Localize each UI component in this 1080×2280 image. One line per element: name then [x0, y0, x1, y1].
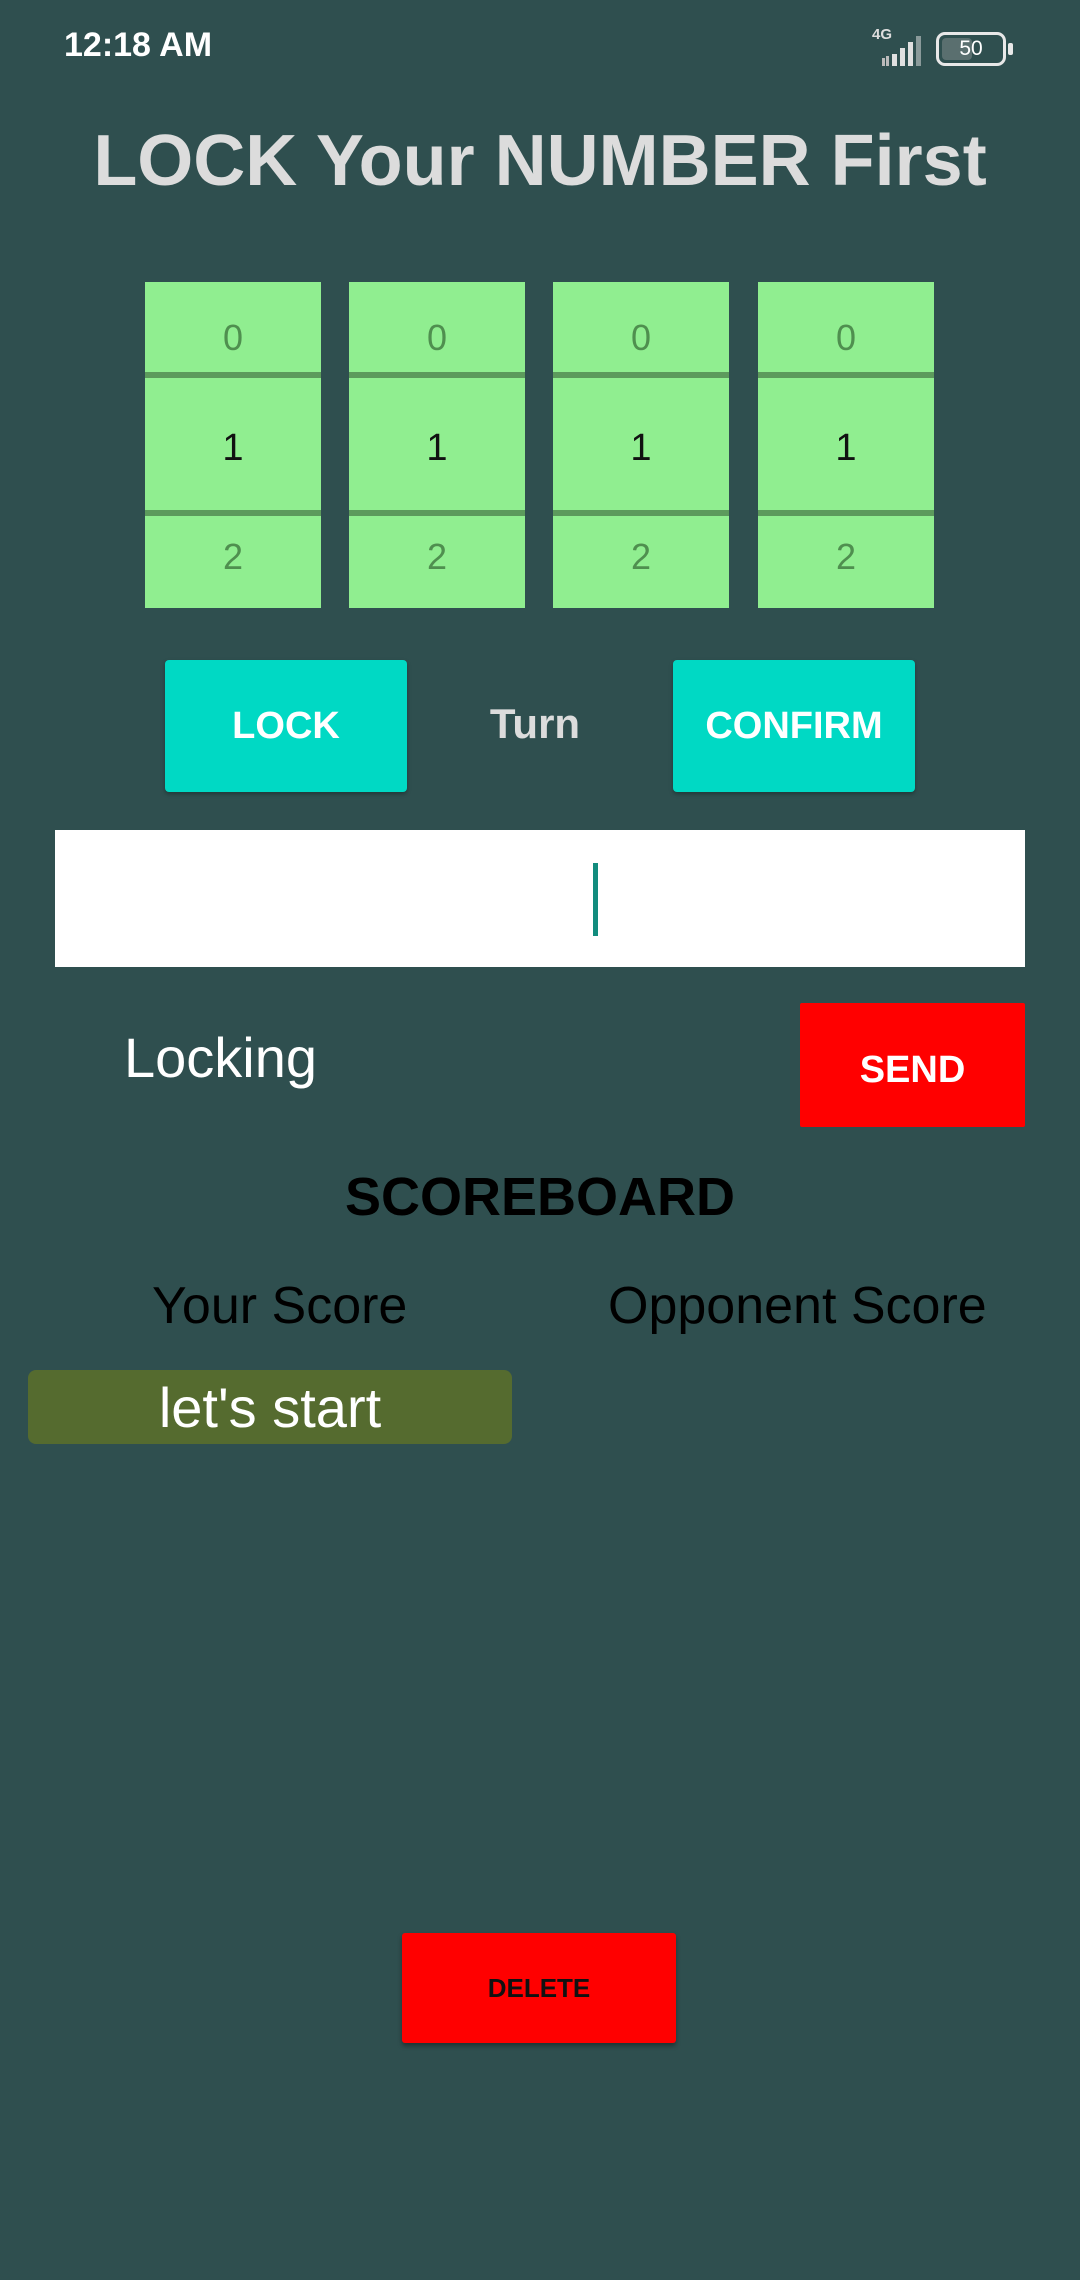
guess-input[interactable] — [55, 830, 1025, 967]
digit-picker-4[interactable]: 0 1 2 — [758, 282, 934, 608]
text-cursor — [593, 863, 598, 936]
lock-button[interactable]: LOCK — [165, 660, 407, 792]
picker-next-value[interactable]: 2 — [553, 516, 729, 608]
status-time: 12:18 AM — [64, 26, 213, 64]
picker-prev-value[interactable]: 0 — [145, 282, 321, 372]
picker-prev-value[interactable]: 0 — [349, 282, 525, 372]
picker-next-value[interactable]: 2 — [758, 516, 934, 608]
status-icons: 4G 50 — [872, 24, 1032, 74]
picker-prev-value[interactable]: 0 — [553, 282, 729, 372]
scoreboard-title: SCOREBOARD — [344, 1167, 736, 1227]
picker-prev-value[interactable]: 0 — [758, 282, 934, 372]
battery-level: 50 — [959, 37, 983, 60]
page-title: LOCK Your NUMBER First — [93, 121, 987, 201]
confirm-button[interactable]: CONFIRM — [673, 660, 915, 792]
delete-button[interactable]: DELETE — [402, 1933, 676, 2043]
digit-picker-3[interactable]: 0 1 2 — [553, 282, 729, 608]
digit-picker-2[interactable]: 0 1 2 — [349, 282, 525, 608]
opponent-score-label: Opponent Score — [608, 1277, 987, 1335]
picker-selected-value[interactable]: 1 — [553, 378, 729, 510]
game-status-text: Locking — [124, 1026, 318, 1089]
picker-next-value[interactable]: 2 — [349, 516, 525, 608]
signal-icon — [882, 36, 921, 66]
digit-picker-1[interactable]: 0 1 2 — [145, 282, 321, 608]
picker-next-value[interactable]: 2 — [145, 516, 321, 608]
battery-icon: 50 — [936, 32, 1013, 66]
picker-selected-value[interactable]: 1 — [145, 378, 321, 510]
turn-label: Turn — [489, 700, 581, 747]
picker-selected-value[interactable]: 1 — [349, 378, 525, 510]
score-entry: let's start — [28, 1370, 512, 1444]
send-button[interactable]: SEND — [800, 1003, 1025, 1127]
picker-selected-value[interactable]: 1 — [758, 378, 934, 510]
your-score-label: Your Score — [152, 1277, 408, 1335]
